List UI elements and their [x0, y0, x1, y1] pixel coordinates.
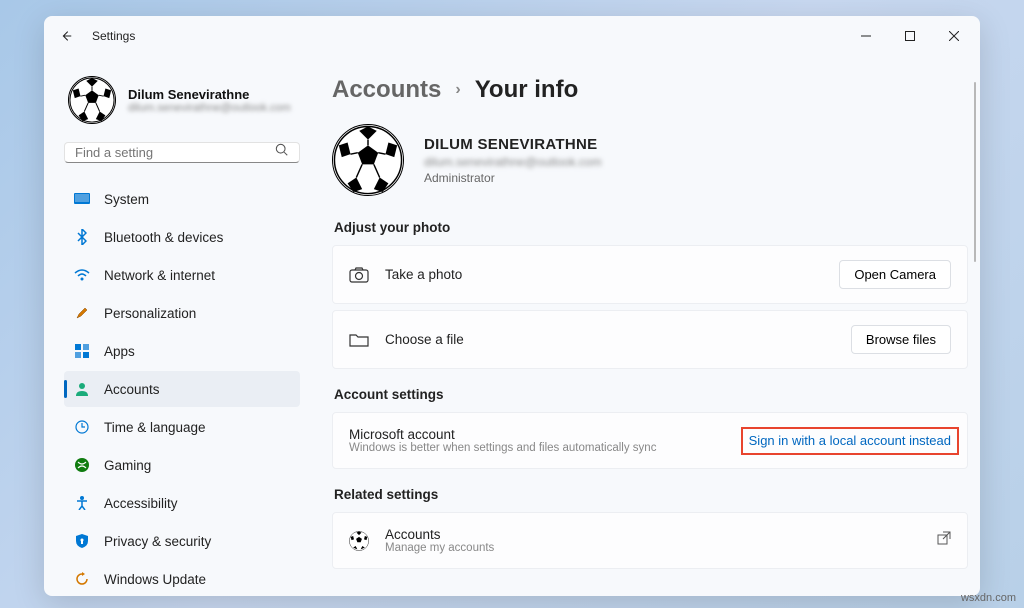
hero-text: DILUM SENEVIRATHNE dilum.senevirathne@ou… — [424, 136, 602, 185]
ms-account-title: Microsoft account — [349, 427, 725, 442]
soccer-ball-icon — [333, 125, 403, 195]
section-heading-photo: Adjust your photo — [334, 220, 968, 235]
watermark: wsxdn.com — [961, 592, 1016, 604]
profile-block[interactable]: Dilum Senevirathne dilum.senevirathne@ou… — [64, 64, 300, 142]
nav-label: Windows Update — [104, 572, 206, 587]
sidebar-item-accessibility[interactable]: Accessibility — [64, 485, 300, 521]
update-icon — [74, 571, 90, 587]
related-acc-title: Accounts — [385, 527, 921, 542]
xbox-icon — [74, 457, 90, 473]
highlight-annotation: Sign in with a local account instead — [741, 427, 959, 455]
ms-account-text: Microsoft account Windows is better when… — [349, 427, 725, 454]
nav-label: Privacy & security — [104, 534, 211, 549]
apps-icon — [74, 343, 90, 359]
section-heading-account: Account settings — [334, 387, 968, 402]
open-camera-button[interactable]: Open Camera — [839, 260, 951, 289]
folder-icon — [349, 332, 369, 348]
sidebar-item-network[interactable]: Network & internet — [64, 257, 300, 293]
related-accounts-card[interactable]: Accounts Manage my accounts — [332, 512, 968, 569]
search-box[interactable] — [64, 142, 300, 163]
nav-label: Personalization — [104, 306, 196, 321]
sidebar: Dilum Senevirathne dilum.senevirathne@ou… — [44, 56, 312, 596]
choose-file-label: Choose a file — [385, 332, 835, 347]
titlebar: Settings — [44, 16, 980, 56]
body: Dilum Senevirathne dilum.senevirathne@ou… — [44, 56, 980, 596]
take-photo-card: Take a photo Open Camera — [332, 245, 968, 304]
sidebar-item-apps[interactable]: Apps — [64, 333, 300, 369]
chevron-right-icon: › — [455, 81, 460, 99]
nav-label: Bluetooth & devices — [104, 230, 223, 245]
hero-profile: DILUM SENEVIRATHNE dilum.senevirathne@ou… — [332, 124, 968, 196]
sidebar-item-time[interactable]: Time & language — [64, 409, 300, 445]
close-icon — [949, 31, 959, 41]
maximize-button[interactable] — [888, 20, 932, 52]
nav-label: Network & internet — [104, 268, 215, 283]
nav-label: Accounts — [104, 382, 160, 397]
back-button[interactable] — [48, 18, 84, 54]
window-controls — [844, 20, 976, 52]
search-input[interactable] — [75, 145, 275, 160]
nav-label: System — [104, 192, 149, 207]
main-content: Accounts › Your info — [312, 56, 980, 596]
choose-file-card: Choose a file Browse files — [332, 310, 968, 369]
close-button[interactable] — [932, 20, 976, 52]
microsoft-account-card: Microsoft account Windows is better when… — [332, 412, 968, 469]
system-icon — [74, 191, 90, 207]
soccer-ball-icon-small — [349, 530, 369, 552]
sidebar-item-privacy[interactable]: Privacy & security — [64, 523, 300, 559]
nav-label: Apps — [104, 344, 135, 359]
nav-label: Accessibility — [104, 496, 178, 511]
section-heading-related: Related settings — [334, 487, 968, 502]
hero-role: Administrator — [424, 171, 602, 185]
settings-window: Settings — [44, 16, 980, 596]
camera-icon — [349, 267, 369, 283]
local-account-link[interactable]: Sign in with a local account instead — [749, 433, 951, 448]
breadcrumb: Accounts › Your info — [332, 76, 968, 104]
sidebar-item-gaming[interactable]: Gaming — [64, 447, 300, 483]
profile-name: Dilum Senevirathne — [128, 87, 291, 102]
paintbrush-icon — [74, 305, 90, 321]
window-title: Settings — [92, 29, 135, 43]
sidebar-item-accounts[interactable]: Accounts — [64, 371, 300, 407]
avatar — [68, 76, 116, 124]
minimize-icon — [861, 31, 871, 41]
nav-label: Time & language — [104, 420, 206, 435]
take-photo-label: Take a photo — [385, 267, 823, 282]
nav-label: Gaming — [104, 458, 151, 473]
search-icon — [275, 143, 289, 162]
clock-globe-icon — [74, 419, 90, 435]
maximize-icon — [905, 31, 915, 41]
scrollbar[interactable] — [974, 82, 976, 262]
bluetooth-icon — [74, 229, 90, 245]
nav-list: System Bluetooth & devices Network & int… — [64, 181, 300, 596]
shield-icon — [74, 533, 90, 549]
person-icon — [74, 381, 90, 397]
profile-text: Dilum Senevirathne dilum.senevirathne@ou… — [128, 87, 291, 114]
minimize-button[interactable] — [844, 20, 888, 52]
arrow-left-icon — [59, 29, 73, 43]
breadcrumb-parent[interactable]: Accounts — [332, 76, 441, 104]
hero-email: dilum.senevirathne@outlook.com — [424, 155, 602, 169]
profile-email: dilum.senevirathne@outlook.com — [128, 102, 291, 114]
browse-files-button[interactable]: Browse files — [851, 325, 951, 354]
soccer-ball-icon — [69, 77, 115, 123]
sidebar-item-bluetooth[interactable]: Bluetooth & devices — [64, 219, 300, 255]
sidebar-item-system[interactable]: System — [64, 181, 300, 217]
accessibility-icon — [74, 495, 90, 511]
breadcrumb-current: Your info — [475, 76, 579, 104]
hero-avatar — [332, 124, 404, 196]
sidebar-item-update[interactable]: Windows Update — [64, 561, 300, 596]
ms-account-sub: Windows is better when settings and file… — [349, 442, 725, 454]
wifi-icon — [74, 267, 90, 283]
hero-name: DILUM SENEVIRATHNE — [424, 136, 602, 153]
related-text: Accounts Manage my accounts — [385, 527, 921, 554]
external-link-icon — [937, 531, 951, 550]
sidebar-item-personalization[interactable]: Personalization — [64, 295, 300, 331]
related-acc-sub: Manage my accounts — [385, 542, 921, 554]
